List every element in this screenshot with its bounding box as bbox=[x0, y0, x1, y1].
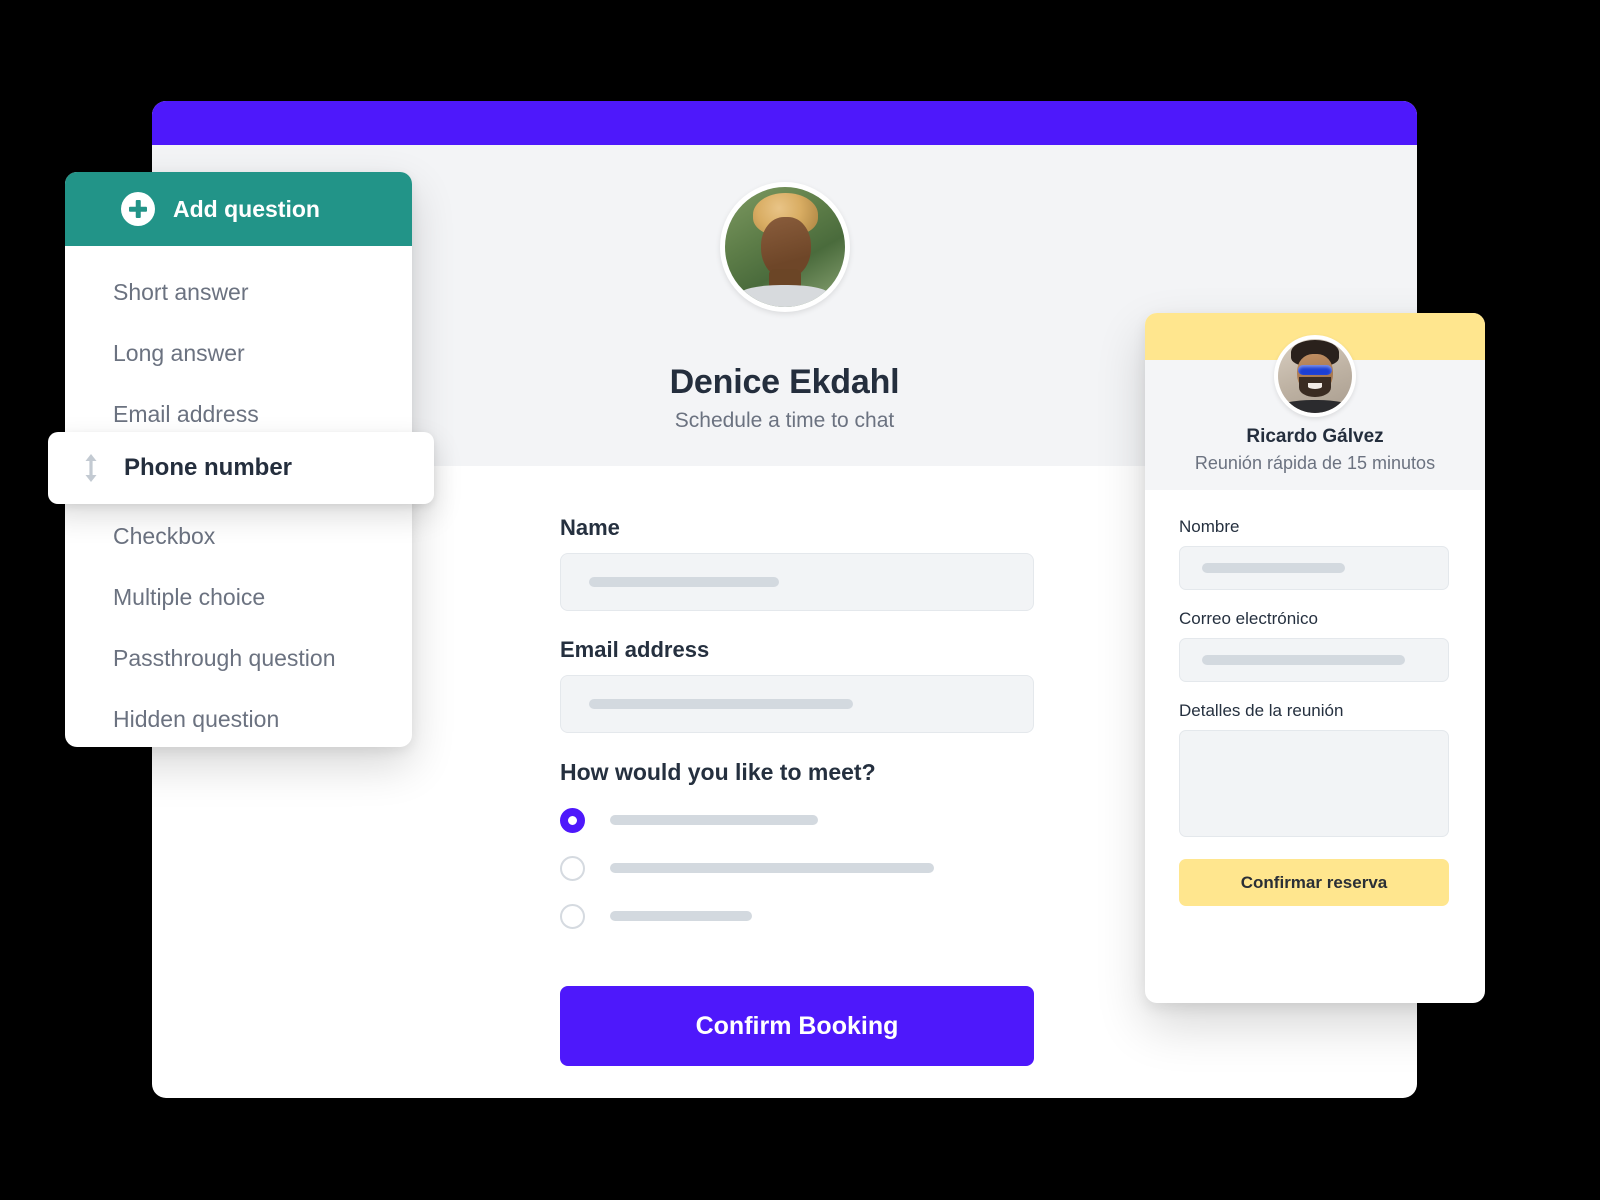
radio-option-1[interactable] bbox=[560, 806, 1034, 834]
name-input[interactable] bbox=[560, 553, 1034, 611]
spanish-confirm-booking-button[interactable]: Confirmar reserva bbox=[1179, 859, 1449, 906]
drag-vertical-arrows-icon[interactable] bbox=[82, 453, 100, 483]
spanish-avatar-sunglasses bbox=[1297, 364, 1332, 376]
spanish-avatar-shirt bbox=[1282, 399, 1348, 413]
spanish-host-name: Ricardo Gálvez bbox=[1246, 426, 1384, 447]
email-input[interactable] bbox=[560, 675, 1034, 733]
booking-form: Name Email address How would you like to… bbox=[560, 515, 1034, 1066]
radio-option-3-bar bbox=[610, 911, 752, 921]
spanish-email-placeholder-bar bbox=[1202, 655, 1405, 665]
spanish-booking-form: Nombre Correo electrónico Detalles de la… bbox=[1179, 517, 1449, 906]
screenshot-stage: Denice Ekdahl Schedule a time to chat Na… bbox=[0, 0, 1600, 1200]
question-type-short-answer[interactable]: Short answer bbox=[65, 262, 412, 323]
spanish-avatar-image bbox=[1278, 339, 1352, 413]
spanish-email-input[interactable] bbox=[1179, 638, 1449, 682]
question-type-multiple-choice[interactable]: Multiple choice bbox=[65, 567, 412, 628]
spanish-booking-card: Ricardo Gálvez Reunión rápida de 15 minu… bbox=[1145, 313, 1485, 1003]
avatar bbox=[719, 182, 850, 312]
spanish-details-textarea[interactable] bbox=[1179, 730, 1449, 837]
email-field-group: Email address bbox=[560, 637, 1034, 733]
radio-option-3[interactable] bbox=[560, 902, 1034, 930]
question-type-checkbox[interactable]: Checkbox bbox=[65, 506, 412, 567]
spanish-details-label: Detalles de la reunión bbox=[1179, 701, 1344, 720]
spanish-name-input[interactable] bbox=[1179, 546, 1449, 590]
name-placeholder-bar bbox=[589, 577, 779, 587]
radio-option-1-bar bbox=[610, 815, 818, 825]
email-field-label: Email address bbox=[560, 637, 710, 662]
confirm-booking-button[interactable]: Confirm Booking bbox=[560, 986, 1034, 1066]
question-type-passthrough-question[interactable]: Passthrough question bbox=[65, 628, 412, 689]
spanish-email-label: Correo electrónico bbox=[1179, 609, 1318, 628]
meeting-type-question: How would you like to meet? bbox=[560, 759, 1034, 930]
radio-option-2-bar bbox=[610, 863, 934, 873]
add-question-header[interactable]: Add question bbox=[65, 172, 412, 246]
avatar-shirt bbox=[738, 285, 831, 307]
avatar-image bbox=[724, 187, 845, 307]
dragged-question-type-label: Phone number bbox=[124, 454, 293, 481]
radio-button-icon[interactable] bbox=[560, 903, 585, 929]
question-type-long-answer[interactable]: Long answer bbox=[65, 323, 412, 384]
spanish-host-tagline: Reunión rápida de 15 minutos bbox=[1194, 453, 1436, 473]
meeting-type-label: How would you like to meet? bbox=[560, 759, 876, 785]
dragged-question-type-phone-number[interactable]: Phone number bbox=[48, 432, 434, 504]
question-type-hidden-question[interactable]: Hidden question bbox=[65, 689, 412, 747]
booking-card-accent-bar bbox=[152, 101, 1417, 145]
name-field-group: Name bbox=[560, 515, 1034, 611]
add-question-label: Add question bbox=[173, 195, 320, 222]
email-placeholder-bar bbox=[589, 699, 853, 709]
spanish-avatar-mouth bbox=[1307, 383, 1323, 389]
radio-option-2[interactable] bbox=[560, 854, 1034, 882]
plus-circle-icon bbox=[121, 192, 155, 226]
spanish-name-placeholder-bar bbox=[1202, 563, 1345, 573]
spanish-name-label: Nombre bbox=[1179, 517, 1240, 536]
spanish-avatar bbox=[1274, 335, 1356, 417]
radio-button-icon[interactable] bbox=[560, 855, 585, 881]
name-field-label: Name bbox=[560, 515, 620, 540]
radio-button-selected-icon[interactable] bbox=[560, 807, 585, 833]
